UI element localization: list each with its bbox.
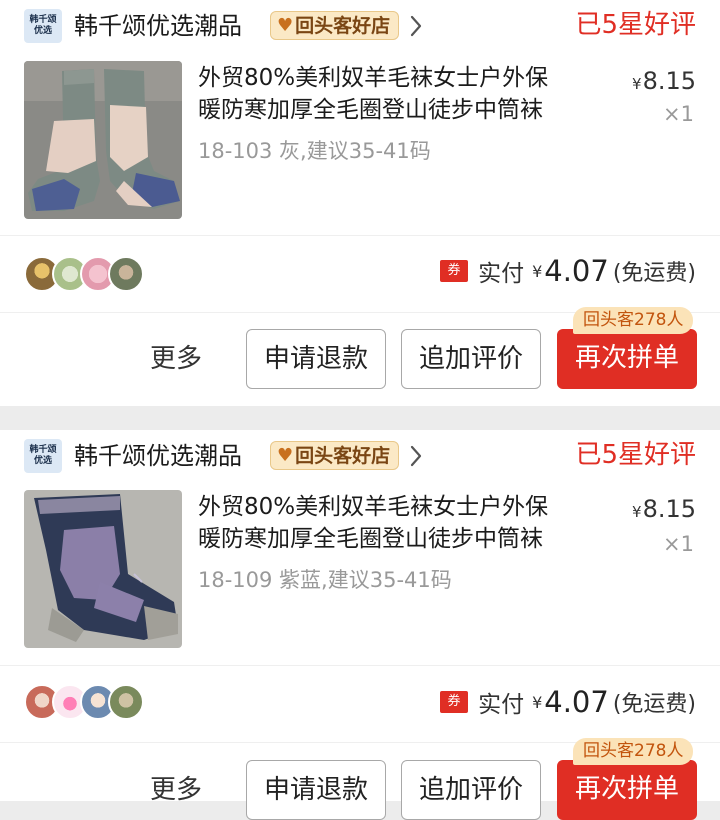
store-badge: ♥ 回头客好店 [270,441,400,470]
product-title[interactable]: 外贸80%美利奴羊毛袜女士户外保 暖防寒加厚全毛圈登山徒步中筒袜 [198,62,613,126]
product-image[interactable] [24,490,182,648]
store-name[interactable]: 韩千颂优选潮品 [74,10,242,42]
heart-icon: ♥ [277,444,294,466]
store-header[interactable]: 韩千颂 优选 韩千颂优选潮品 ♥ 回头客好店 已5星好评 [0,0,720,52]
add-review-button[interactable]: 追加评价 [401,329,541,389]
divider [0,235,720,236]
product-title-line: 外贸80%美利奴羊毛袜女士户外保 [198,65,549,91]
request-refund-button[interactable]: 申请退款 [246,329,386,389]
coupon-tag: 券 [440,260,469,282]
store-badge-label: 回头客好店 [295,14,391,37]
order-status: 已5星好评 [575,440,696,470]
store-badge: ♥ 回头客好店 [270,11,400,40]
product-price: ¥8.15 [632,66,696,99]
repeat-customers-badge: 回头客278人 [573,738,694,765]
chevron-right-icon[interactable] [409,443,423,469]
product-spec: 18-103 灰,建议35-41码 [198,139,431,163]
order-card: 韩千颂 优选 韩千颂优选潮品 ♥ 回头客好店 已5星好评 外贸80%美利奴羊毛袜… [0,430,720,820]
avatar [108,684,144,720]
store-logo: 韩千颂 优选 [24,9,62,43]
repeat-customers-badge: 回头客278人 [573,307,694,334]
product-quantity: ×1 [663,102,694,126]
divider [0,665,720,666]
more-button[interactable]: 更多 [150,339,202,379]
heart-icon: ♥ [277,14,294,36]
product-title[interactable]: 外贸80%美利奴羊毛袜女士户外保 暖防寒加厚全毛圈登山徒步中筒袜 [198,491,613,555]
payment-summary: 券 实付 ¥ 4.07 (免运费) [440,685,696,719]
more-button[interactable]: 更多 [150,770,202,810]
order-actions: 更多 申请退款 追加评价 再次拼单 回头客278人 [0,738,720,820]
product-title-line: 暖防寒加厚全毛圈登山徒步中筒袜 [198,97,543,123]
order-actions: 更多 申请退款 追加评价 再次拼单 回头客278人 [0,307,720,389]
order-status: 已5星好评 [575,10,696,40]
reorder-button[interactable]: 再次拼单 [557,329,697,389]
paid-amount: 4.07 [544,254,609,288]
store-logo-text: 优选 [33,26,52,36]
currency-symbol: ¥ [632,503,642,521]
shipping-note: (免运费) [612,261,696,286]
product-quantity: ×1 [663,532,694,556]
buyer-avatars[interactable] [24,684,144,720]
price-value: 8.15 [642,495,696,523]
chevron-right-icon[interactable] [409,13,423,39]
product-price: ¥8.15 [632,494,696,527]
currency-symbol: ¥ [632,75,642,93]
add-review-button[interactable]: 追加评价 [401,760,541,820]
request-refund-button[interactable]: 申请退款 [246,760,386,820]
reorder-button[interactable]: 再次拼单 [557,760,697,820]
order-card: 韩千颂 优选 韩千颂优选潮品 ♥ 回头客好店 已5星好评 外贸80%美利奴羊毛袜… [0,0,720,406]
product-title-line: 外贸80%美利奴羊毛袜女士户外保 [198,494,549,520]
coupon-tag: 券 [440,691,469,713]
store-logo-text: 优选 [33,456,52,466]
store-logo: 韩千颂 优选 [24,439,62,473]
paid-label: 实付 [478,692,525,718]
product-spec: 18-109 紫蓝,建议35-41码 [198,568,452,592]
buyer-avatars[interactable] [24,256,144,292]
paid-amount: 4.07 [544,685,609,719]
store-badge-label: 回头客好店 [295,444,391,467]
avatar [108,256,144,292]
currency-symbol: ¥ [532,692,543,712]
price-value: 8.15 [642,67,696,95]
store-logo-text: 韩千颂 [29,15,57,25]
store-logo-text: 韩千颂 [29,445,57,455]
currency-symbol: ¥ [532,261,543,281]
product-title-line: 暖防寒加厚全毛圈登山徒步中筒袜 [198,526,543,552]
shipping-note: (免运费) [612,692,696,717]
product-image[interactable] [24,61,182,219]
store-name[interactable]: 韩千颂优选潮品 [74,440,242,472]
store-header[interactable]: 韩千颂 优选 韩千颂优选潮品 ♥ 回头客好店 已5星好评 [0,430,720,482]
payment-summary: 券 实付 ¥ 4.07 (免运费) [440,254,696,288]
paid-label: 实付 [478,261,525,287]
